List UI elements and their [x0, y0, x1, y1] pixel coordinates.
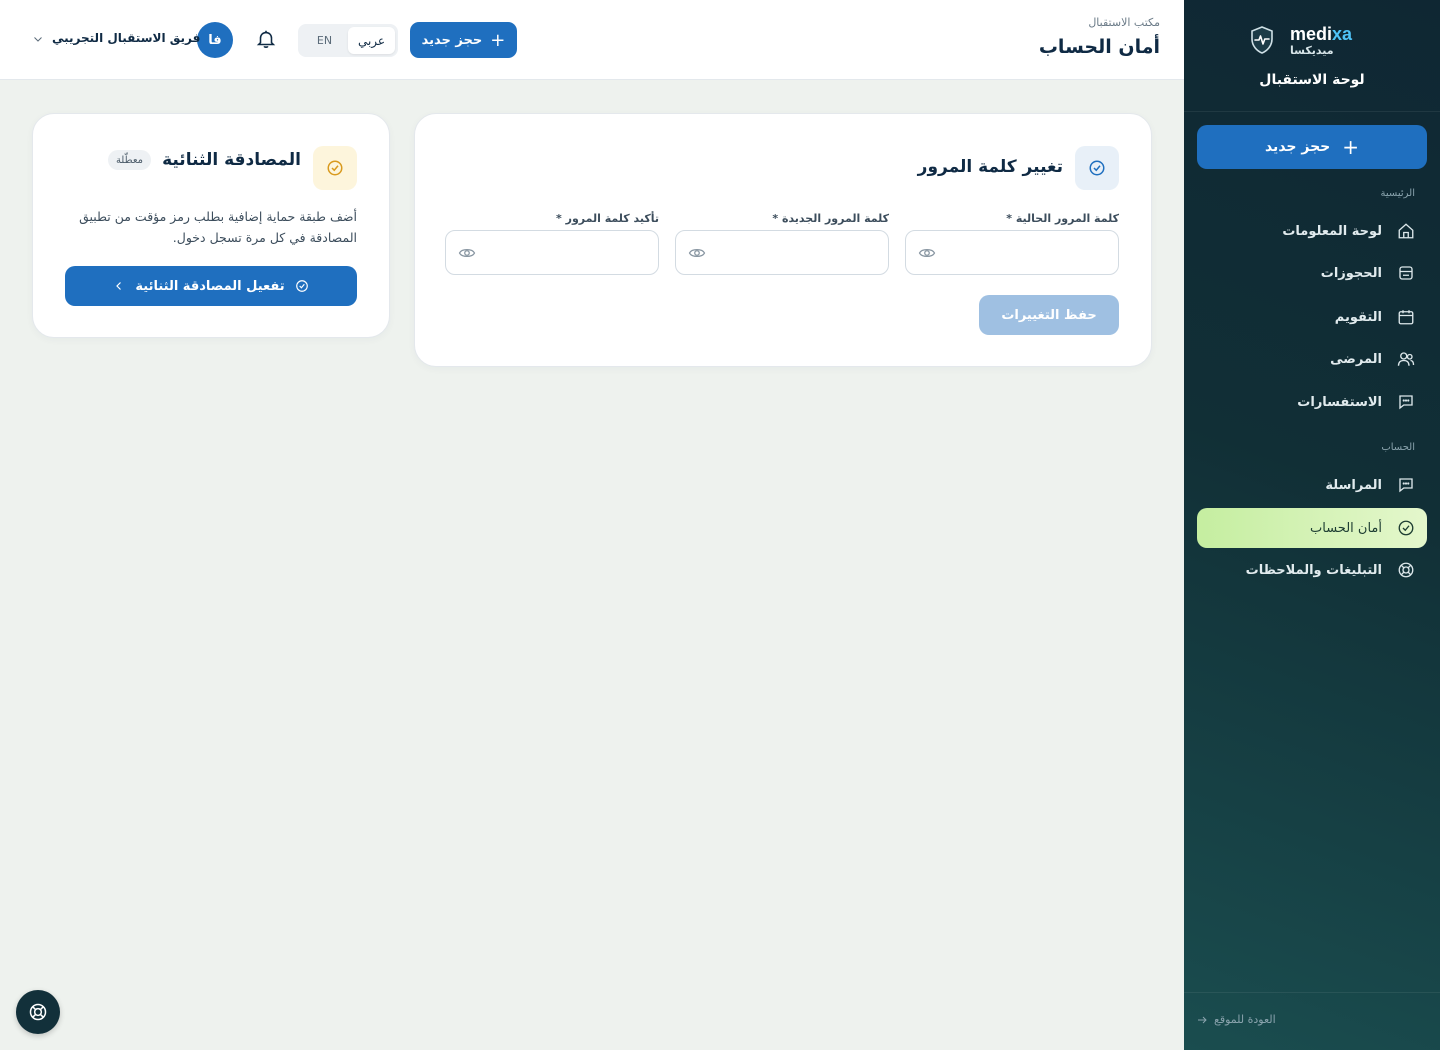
change-password-title: تغيير كلمة المرور [917, 157, 1063, 177]
two-factor-title: المصادقة الثنائية [162, 150, 301, 170]
brand-name-en: medixa [1290, 24, 1353, 44]
sidebar-item-patients[interactable]: المرضى [1197, 339, 1427, 379]
page-title: أمان الحساب [1038, 36, 1160, 58]
topbar: مكتب الاستقبال أمان الحساب + حجز جديد EN… [0, 0, 1184, 80]
eye-icon[interactable] [458, 244, 476, 262]
sidebar-item-inquiries[interactable]: الاستفسارات [1197, 382, 1427, 422]
brand-name-ar: ميديكسا [1290, 44, 1334, 57]
shield-pulse-icon [1251, 26, 1273, 54]
check-circle-icon [1398, 520, 1414, 536]
card-icon-tile [1075, 146, 1119, 190]
sidebar-item-calendar[interactable]: التقويم [1197, 297, 1427, 337]
avatar[interactable]: فا [197, 22, 233, 58]
chevron-down-icon[interactable] [32, 33, 44, 45]
sidebar-item-account-security[interactable]: أمان الحساب [1197, 508, 1427, 548]
eye-icon[interactable] [688, 244, 706, 262]
save-changes-button[interactable]: حفظ التغييرات [979, 295, 1119, 335]
arrow-right-icon [1198, 1016, 1207, 1023]
sidebar-item-reports-notes[interactable]: التبليغات والملاحظات [1197, 550, 1427, 590]
current-password-label: كلمة المرور الحالية * [1006, 212, 1119, 225]
two-factor-description: أضف طبقة حماية إضافية بطلب رمز مؤقت من ت… [79, 209, 357, 245]
confirm-password-input[interactable] [446, 231, 658, 274]
message-icon [1399, 478, 1413, 493]
topbar-new-booking-button[interactable]: + حجز جديد [410, 22, 517, 58]
section-label-account: الحساب [1381, 442, 1415, 453]
new-password-field [675, 230, 889, 275]
brand-header: medixa ميديكسا لوحة الاستقبال [1184, 0, 1440, 112]
user-name[interactable]: فريق الاستقبال التجريبي [52, 31, 200, 45]
confirm-password-label: تأكيد كلمة المرور * [556, 212, 659, 225]
lang-option-ar[interactable]: عربي [348, 27, 395, 54]
check-circle-icon [295, 280, 308, 292]
new-password-input[interactable] [676, 231, 888, 274]
plus-icon: + [490, 29, 506, 51]
back-to-site-footer: العودة للموقع [1184, 992, 1440, 1050]
chat-icon [1399, 395, 1413, 410]
sidebar-item-dashboard[interactable]: لوحة المعلومات [1197, 211, 1427, 251]
current-password-input[interactable] [906, 231, 1118, 274]
card-icon-tile [313, 146, 357, 190]
home-icon [1398, 223, 1414, 239]
sidebar-item-messaging[interactable]: المراسلة [1197, 465, 1427, 505]
help-button[interactable] [16, 990, 60, 1034]
plus-icon: + [1342, 135, 1360, 159]
section-label-main: الرئيسية [1380, 188, 1415, 199]
check-circle-icon [1089, 160, 1105, 176]
bookings-icon [1399, 266, 1413, 280]
status-badge: معطّلة [107, 150, 151, 170]
calendar-icon [1398, 310, 1414, 325]
lifebuoy-icon [29, 1003, 47, 1021]
sidebar-item-bookings[interactable]: الحجوزات [1197, 253, 1427, 293]
current-password-field [905, 230, 1119, 275]
sidebar-new-booking-button[interactable]: + حجز جديد [1197, 125, 1427, 169]
breadcrumb[interactable]: مكتب الاستقبال [1088, 16, 1160, 29]
sidebar: medixa ميديكسا لوحة الاستقبال + حجز جديد… [1184, 0, 1440, 1050]
lang-option-en[interactable]: EN [301, 27, 348, 54]
back-to-site-link[interactable]: العودة للموقع [1196, 1013, 1276, 1026]
change-password-card: تغيير كلمة المرور كلمة المرور الحالية * … [414, 113, 1152, 367]
check-circle-icon [327, 160, 343, 176]
panel-title: لوحة الاستقبال [1259, 72, 1365, 88]
language-toggle: EN عربي [298, 24, 398, 57]
two-factor-card: المصادقة الثنائية معطّلة أضف طبقة حماية … [32, 113, 390, 338]
confirm-password-field [445, 230, 659, 275]
lifebuoy-icon [1398, 562, 1414, 578]
users-icon [1397, 352, 1415, 366]
chevron-left-icon [116, 282, 122, 290]
enable-two-factor-button[interactable]: تفعيل المصادقة الثنائية [65, 266, 357, 306]
new-password-label: كلمة المرور الجديدة * [772, 212, 889, 225]
bell-icon[interactable] [255, 27, 277, 51]
eye-icon[interactable] [918, 244, 936, 262]
